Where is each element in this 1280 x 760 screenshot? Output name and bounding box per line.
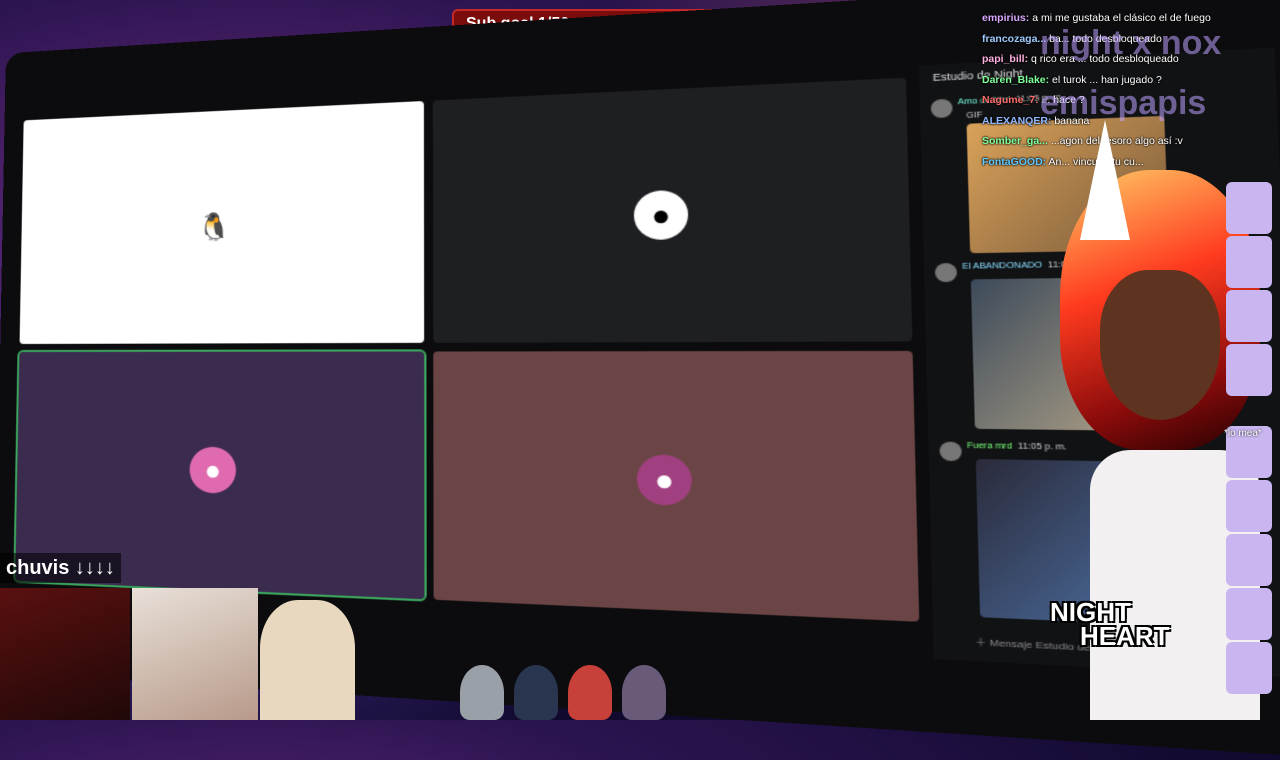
- chuvis-label: chuvis ↓↓↓↓: [0, 553, 121, 583]
- user-avatar-icon: ●: [633, 189, 689, 241]
- emote-image: [1226, 290, 1272, 342]
- logo-line-2: HEART: [1080, 621, 1170, 651]
- avatar: [930, 98, 953, 119]
- emote-image: [1226, 642, 1272, 694]
- chat-username: empirius:: [982, 12, 1030, 24]
- emote-image: [1226, 182, 1272, 234]
- gif-badge: GIF: [966, 111, 982, 120]
- video-grid: 🐧 ● ● ●: [13, 77, 920, 622]
- penguin-icon: 🐧: [197, 210, 232, 242]
- chat-username: papi_bill:: [982, 53, 1029, 65]
- chat-username: francozaga...: [982, 32, 1047, 45]
- night-heart-logo: NIGHT HEART: [1050, 599, 1220, 700]
- overlay-text: night x nox: [1040, 24, 1222, 62]
- pet-avatar: [514, 665, 558, 720]
- cat-eating-image: [132, 588, 258, 720]
- avatar: [934, 262, 958, 283]
- emote-image: [1226, 236, 1272, 288]
- demon-cat-image: [0, 588, 130, 720]
- pet-avatar: [568, 665, 612, 720]
- video-tile-penguin[interactable]: 🐧: [19, 100, 425, 344]
- video-tile-red[interactable]: ●: [433, 350, 920, 622]
- emote-image: [1226, 480, 1272, 532]
- emote-image: [1226, 534, 1272, 586]
- plus-icon[interactable]: ＋: [975, 637, 987, 649]
- user-avatar-icon: ●: [636, 454, 693, 506]
- user-avatar-icon: ●: [189, 446, 237, 494]
- gif-label: GIF: [966, 111, 983, 121]
- emote-image: [1226, 344, 1272, 396]
- pop-cat-image: [260, 600, 355, 720]
- emote-caption: *lo mea*: [1224, 428, 1262, 439]
- chat-username: Somber_ga...: [982, 135, 1048, 147]
- chat-username: Nagume_7:: [982, 94, 1039, 106]
- chat-text: a mi me gustaba el clásico el de fuego: [1032, 12, 1211, 24]
- chat-text: ...agon del tesoro algo así :v: [1050, 135, 1183, 147]
- avatar-face: [1100, 270, 1220, 420]
- pet-avatar: [460, 665, 504, 720]
- pet-avatar: [622, 665, 666, 720]
- overlay-text: emispapis: [1040, 84, 1207, 122]
- emote-image: [1226, 588, 1272, 640]
- chat-message: Somber_ga... ...agon del tesoro algo así…: [982, 131, 1272, 152]
- video-tile-dark[interactable]: ●: [432, 77, 913, 343]
- avatar: [939, 441, 962, 462]
- pet-avatars: [460, 665, 666, 720]
